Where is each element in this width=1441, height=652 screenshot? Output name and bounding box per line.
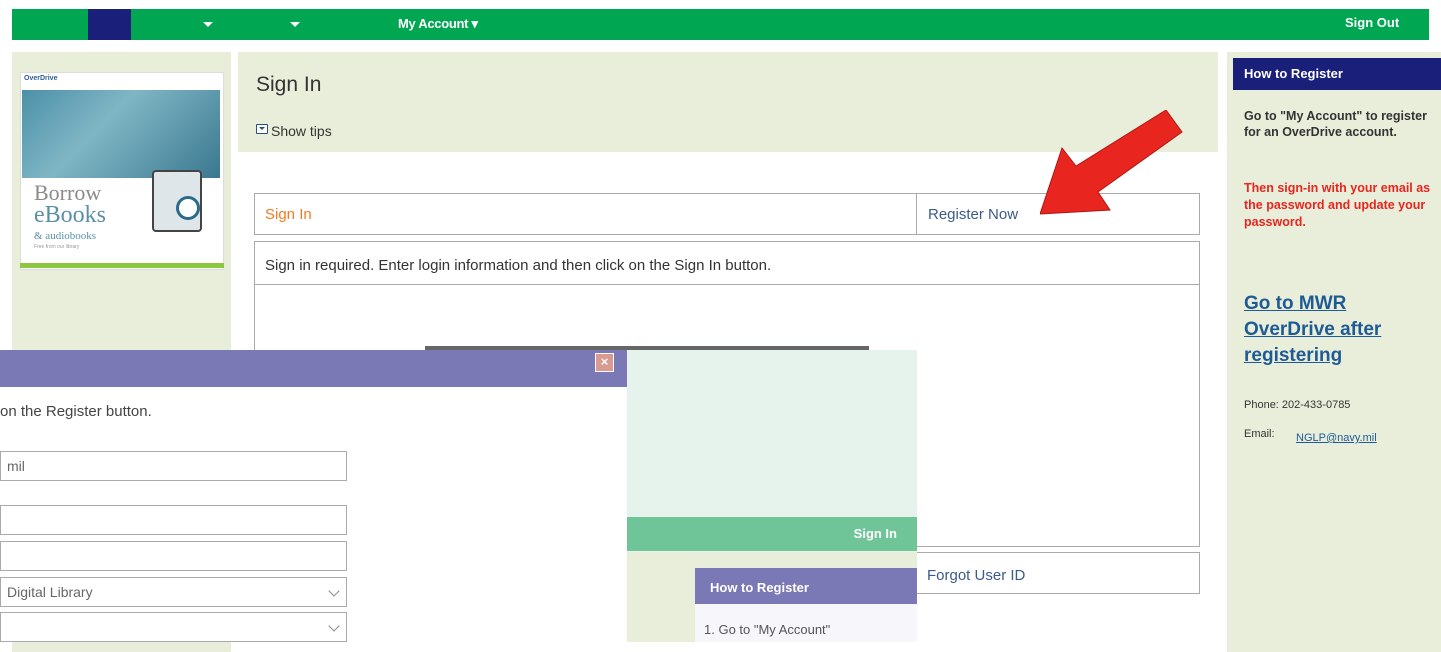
expand-tips-icon[interactable]	[256, 124, 268, 134]
confirm-password-field[interactable]	[0, 541, 347, 571]
my-account-menu[interactable]: My Account ▾	[398, 16, 478, 32]
sidebar-step-2: Then sign-in with your email as the pass…	[1244, 181, 1431, 229]
username-field[interactable]: mil	[0, 451, 347, 481]
sidebar-email-link[interactable]: NGLP@navy.mil	[1296, 432, 1377, 444]
register-step-1: 1. Go to "My Account"	[704, 622, 831, 637]
library-select[interactable]: Digital Library	[0, 577, 347, 607]
top-nav-bar	[12, 9, 1429, 40]
mwr-overdrive-link[interactable]: Go to MWR OverDrive after registering	[1244, 291, 1434, 369]
sidebar-step-1: Go to "My Account" to register for an Ov…	[1244, 109, 1427, 139]
promo-subheading: & audiobooks	[34, 230, 97, 242]
forgot-user-id-link[interactable]: Forgot User ID	[927, 567, 1025, 584]
nav-dropdown-1-caret-icon[interactable]	[203, 22, 213, 27]
sidebar-title: How to Register	[1244, 66, 1343, 81]
page-title: Sign In	[256, 73, 322, 96]
tab-divider	[916, 193, 917, 235]
sidebar-email-label: Email:	[1244, 428, 1275, 440]
sign-out-link[interactable]: Sign Out	[1345, 15, 1399, 30]
password-field[interactable]	[0, 505, 347, 535]
promo-image	[22, 90, 220, 178]
sign-in-button-label[interactable]: Sign In	[627, 517, 897, 551]
nav-home-block[interactable]	[88, 9, 131, 40]
red-arrow-icon	[1040, 110, 1183, 215]
overdrive-circle-icon	[176, 196, 200, 220]
second-select[interactable]	[0, 612, 347, 642]
promo-heading-borrow: Borrow	[34, 180, 102, 205]
tab-sign-in[interactable]: Sign In	[265, 206, 312, 223]
sidebar-phone: Phone: 202-433-0785	[1244, 399, 1351, 411]
close-icon[interactable]: ×	[595, 353, 614, 372]
dialog-title-bar	[0, 350, 627, 387]
dialog-instructions: on the Register button.	[0, 403, 152, 420]
promo-green-bar	[20, 263, 224, 268]
tab-register-now[interactable]: Register Now	[928, 206, 1018, 223]
promo-tagline: Free from our library	[34, 244, 80, 250]
how-to-register-title: How to Register	[710, 580, 809, 595]
show-tips-link[interactable]: Show tips	[271, 123, 332, 139]
sign-in-instructions: Sign in required. Enter login informatio…	[265, 257, 772, 274]
overdrive-logo: OverDrive	[24, 75, 58, 82]
nav-dropdown-2-caret-icon[interactable]	[290, 22, 300, 27]
promo-heading-ebooks: eBooks	[34, 202, 106, 228]
